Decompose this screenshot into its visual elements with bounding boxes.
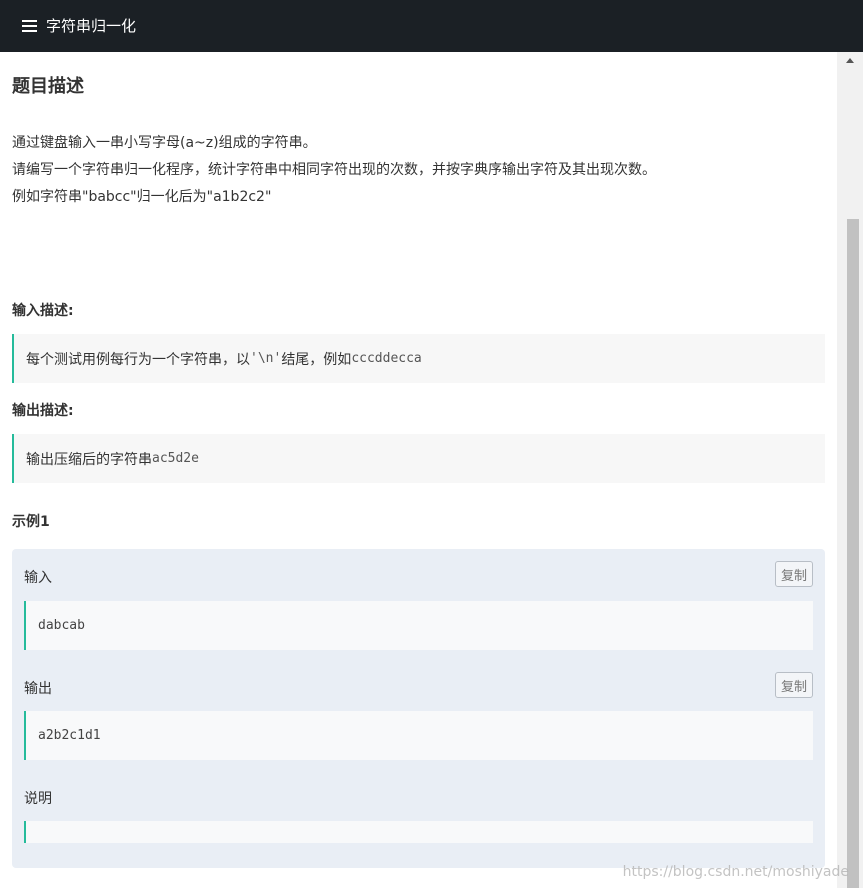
- input-description-text-mid: 结尾，例如: [281, 351, 352, 368]
- list-icon[interactable]: [22, 20, 37, 32]
- top-navbar: 字符串归一化: [0, 0, 863, 52]
- vertical-scrollbar[interactable]: [837, 52, 863, 888]
- copy-output-button[interactable]: 复制: [775, 672, 813, 698]
- input-description-heading: 输入描述:: [12, 303, 74, 319]
- input-description-box: 每个测试用例每行为一个字符串，以 '\n' 结尾，例如 cccddecca: [12, 334, 825, 383]
- scroll-up-arrow-icon[interactable]: [846, 58, 854, 63]
- description-line-1: 通过键盘输入一串小写字母(a~z)组成的字符串。: [12, 135, 317, 151]
- input-description-code-example: cccddecca: [351, 351, 422, 366]
- problem-description: 通过键盘输入一串小写字母(a~z)组成的字符串。 请编写一个字符串归一化程序，统…: [12, 130, 656, 211]
- description-line-3: 例如字符串"babcc"归一化后为"a1b2c2": [12, 189, 272, 205]
- example-heading: 示例1: [12, 514, 50, 530]
- description-line-2: 请编写一个字符串归一化程序，统计字符串中相同字符出现的次数，并按字典序输出字符及…: [12, 162, 656, 178]
- problem-description-heading: 题目描述: [12, 76, 84, 97]
- example-explain-value: [24, 821, 813, 843]
- copy-input-button[interactable]: 复制: [775, 561, 813, 587]
- scroll-thumb[interactable]: [847, 219, 859, 888]
- example-output-value: a2b2c1d1: [24, 711, 813, 760]
- output-description-text-prefix: 输出压缩后的字符串: [26, 451, 152, 468]
- example-input-value: dabcab: [24, 601, 813, 650]
- output-description-heading: 输出描述:: [12, 403, 74, 419]
- output-description-code: ac5d2e: [152, 451, 199, 466]
- page-title: 字符串归一化: [46, 16, 137, 35]
- input-description-text-prefix: 每个测试用例每行为一个字符串，以: [26, 351, 250, 368]
- example-explain-label: 说明: [24, 791, 52, 807]
- example-output-label: 输出: [24, 681, 52, 697]
- example-box: 输入 复制 dabcab 输出 复制 a2b2c1d1 说明: [12, 549, 825, 868]
- input-description-code-newline: '\n': [250, 351, 282, 366]
- problem-content: 题目描述 通过键盘输入一串小写字母(a~z)组成的字符串。 请编写一个字符串归一…: [0, 52, 837, 888]
- example-input-label: 输入: [24, 570, 52, 586]
- watermark-text: https://blog.csdn.net/moshiyade: [622, 864, 849, 880]
- output-description-box: 输出压缩后的字符串 ac5d2e: [12, 434, 825, 483]
